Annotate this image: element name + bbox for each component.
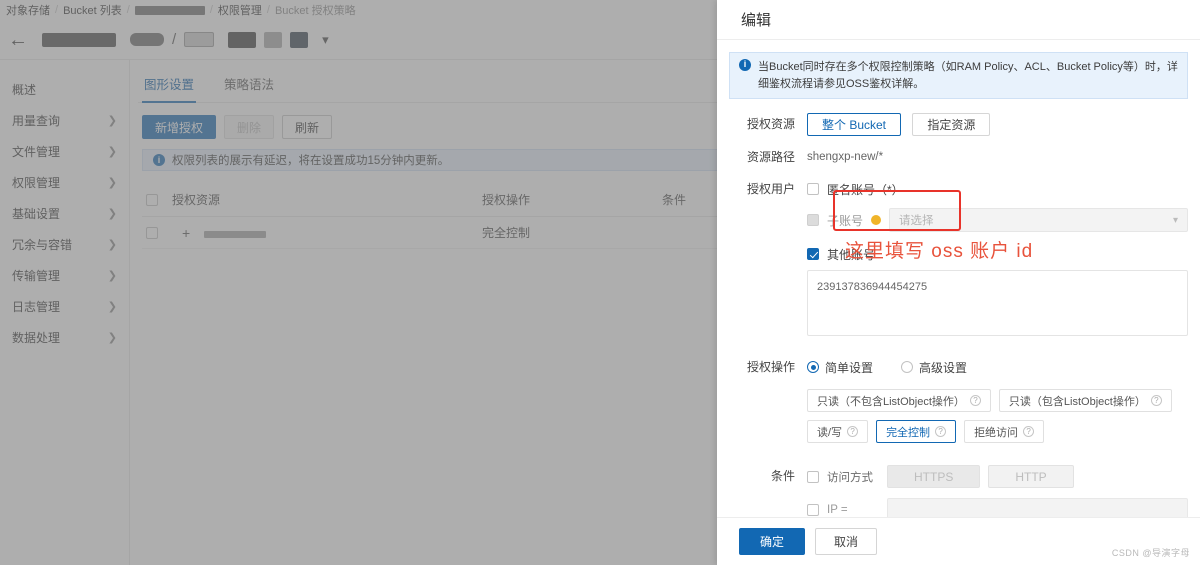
radio-icon: [807, 361, 819, 373]
modal-overlay[interactable]: [0, 0, 717, 565]
permission-label: 完全控制: [886, 426, 931, 439]
condition-ip-equals-row: IP =: [807, 498, 1188, 517]
field-label-action: 授权操作: [746, 360, 795, 374]
sub-account-select-placeholder: 请选择: [899, 215, 934, 227]
help-icon[interactable]: ?: [847, 426, 859, 437]
help-icon[interactable]: ?: [969, 395, 981, 406]
field-label-resource: 授权资源: [746, 117, 795, 131]
annotation-text: 这里填写 oss 账户 id: [845, 241, 1034, 262]
field-action: 授权操作 简单设置 高级设置 只读（不包含ListObject操作） ? 只读（…: [729, 356, 1188, 443]
resource-options: 整个 Bucket 指定资源: [807, 113, 1188, 136]
cancel-button[interactable]: 取消: [815, 528, 878, 555]
ip-equals-checkbox[interactable]: [807, 504, 819, 516]
help-icon[interactable]: ?: [935, 426, 947, 437]
drawer-title: 编辑: [717, 0, 1200, 40]
warning-icon: [871, 215, 882, 225]
permission-label: 只读（包含ListObject操作）: [1008, 395, 1146, 408]
alert-text: 当Bucket同时存在多个权限控制策略（如RAM Policy、ACL、Buck…: [758, 61, 1178, 90]
permission-label: 只读（不包含ListObject操作）: [817, 395, 965, 408]
info-icon: i: [739, 59, 751, 71]
field-label-condition: 条件: [770, 469, 795, 483]
permission-readonly-with-list[interactable]: 只读（包含ListObject操作） ?: [998, 389, 1172, 412]
action-mode-advanced-label: 高级设置: [919, 360, 968, 375]
action-mode-simple-label: 简单设置: [825, 360, 874, 375]
permission-readonly-no-list[interactable]: 只读（不包含ListObject操作） ?: [807, 389, 991, 412]
auth-info-alert: i 当Bucket同时存在多个权限控制策略（如RAM Policy、ACL、Bu…: [729, 52, 1188, 99]
permission-deny-access[interactable]: 拒绝访问 ?: [964, 420, 1045, 443]
anonymous-account-checkbox[interactable]: [807, 183, 819, 195]
radio-icon: [901, 361, 914, 373]
sub-account-label: 子账号: [827, 213, 864, 228]
action-mode-radios: 简单设置 高级设置: [807, 356, 1188, 378]
field-label-resource-path: 资源路径: [746, 150, 795, 164]
help-icon[interactable]: ?: [1023, 426, 1035, 437]
resource-path-value: shengxp-new/*: [807, 151, 884, 163]
field-condition: 条件 访问方式 HTTPS HTTP IP =: [729, 465, 1188, 517]
condition-controls: 访问方式 HTTPS HTTP IP = IP ≠: [807, 465, 1188, 517]
watermark: CSDN @导演字母: [1111, 548, 1190, 558]
permission-buttons: 只读（不包含ListObject操作） ? 只读（包含ListObject操作）…: [807, 389, 1188, 443]
permission-full-control[interactable]: 完全控制 ?: [876, 420, 957, 443]
help-icon[interactable]: ?: [1150, 395, 1162, 406]
ip-equals-label: IP =: [827, 504, 848, 516]
resource-option-specified[interactable]: 指定资源: [912, 113, 991, 136]
access-method-http-button: HTTP: [988, 465, 1074, 488]
anonymous-account-label: 匿名账号（*）: [827, 182, 904, 197]
condition-access-method-row: 访问方式 HTTPS HTTP: [807, 465, 1188, 488]
sub-account-select: 请选择 ▾: [889, 208, 1188, 232]
confirm-button[interactable]: 确定: [739, 528, 806, 555]
other-account-input[interactable]: [808, 275, 1187, 299]
chevron-down-icon: ▾: [1172, 214, 1178, 226]
field-label-grantee: 授权用户: [746, 182, 795, 196]
grantee-anonymous-row[interactable]: 匿名账号（*）: [807, 178, 1188, 200]
action-controls: 简单设置 高级设置 只读（不包含ListObject操作） ? 只读（包含Lis…: [807, 356, 1188, 443]
access-method-checkbox[interactable]: [807, 470, 819, 483]
other-account-textarea-box[interactable]: [807, 270, 1188, 336]
ip-equals-input: [887, 498, 1188, 517]
field-resource: 授权资源 整个 Bucket 指定资源: [729, 113, 1188, 136]
access-method-label: 访问方式: [827, 471, 873, 484]
action-mode-simple[interactable]: 简单设置: [807, 359, 873, 376]
access-method-https-button: HTTPS: [887, 465, 981, 488]
resource-option-whole-bucket[interactable]: 整个 Bucket: [807, 113, 902, 136]
other-account-checkbox[interactable]: [807, 248, 819, 260]
permission-label: 拒绝访问: [974, 426, 1019, 439]
app-root: 对象存储 / Bucket 列表 / / 权限管理 / Bucket 授权策略 …: [0, 0, 1200, 565]
grantee-sub-account-row: 子账号 请选择 ▾: [807, 208, 1188, 232]
sub-account-checkbox: [807, 214, 819, 226]
drawer-footer: 确定 取消 CSDN @导演字母: [717, 517, 1200, 565]
field-resource-path: 资源路径 shengxp-new/*: [729, 146, 1188, 168]
permission-read-write[interactable]: 读/写 ?: [807, 420, 869, 443]
permission-label: 读/写: [817, 426, 843, 439]
drawer-body: i 当Bucket同时存在多个权限控制策略（如RAM Policy、ACL、Bu…: [717, 40, 1200, 517]
action-mode-advanced[interactable]: 高级设置: [901, 359, 967, 376]
edit-drawer: 编辑 i 当Bucket同时存在多个权限控制策略（如RAM Policy、ACL…: [717, 0, 1200, 565]
